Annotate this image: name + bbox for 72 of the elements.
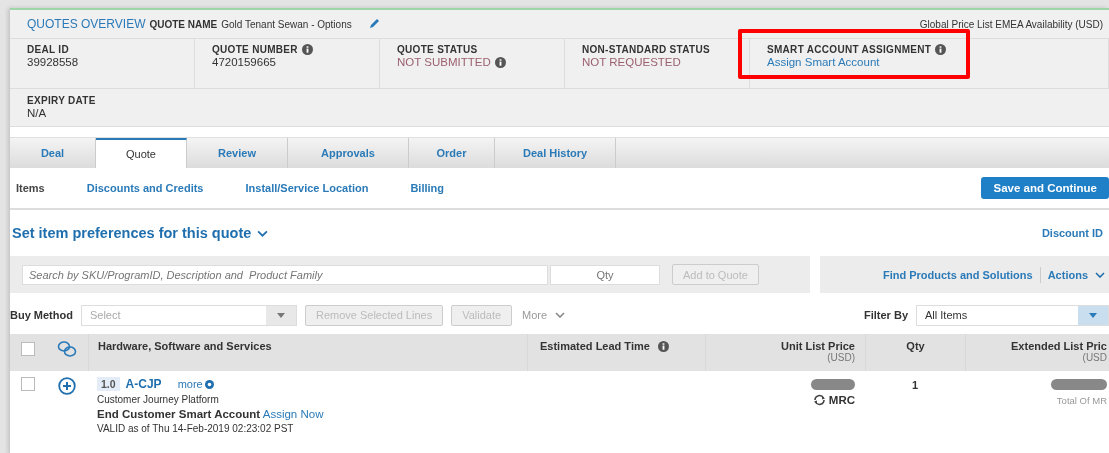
column-header: Extended List Pric (1011, 340, 1107, 352)
link-icon[interactable] (56, 340, 77, 358)
qty-field[interactable]: Qty (550, 264, 660, 285)
discount-id-link[interactable]: Discount ID (1041, 227, 1103, 239)
column-header: Estimated Lead Time (540, 340, 650, 352)
expand-plus-icon[interactable] (57, 377, 76, 395)
info-icon[interactable] (494, 56, 506, 68)
column-unit: (USD) (827, 352, 855, 363)
assign-now-link[interactable]: Assign Now (262, 408, 324, 420)
buy-method-dropdown[interactable]: Select (80, 304, 297, 326)
field-label: NON-STANDARD STATUS (582, 44, 710, 55)
redaction-mark (811, 379, 855, 390)
filter-label: Filter By (864, 309, 908, 321)
account-label: End Customer Smart Account (97, 408, 261, 420)
caret-icon[interactable] (1089, 312, 1097, 318)
filter-dropdown[interactable]: All Items (916, 304, 1109, 326)
redaction-mark (1051, 379, 1107, 390)
column-unit: (USD (1082, 352, 1107, 363)
line-number: 1.0 (97, 377, 120, 391)
tab[interactable]: Quote (96, 138, 187, 168)
status-value: NOT REQUESTED (582, 56, 681, 68)
sub-tab[interactable]: Discounts and Credits (86, 182, 204, 194)
column-header: Hardware, Software and Services (98, 340, 272, 352)
tab[interactable]: Deal History (495, 138, 617, 168)
info-icon[interactable] (657, 340, 669, 352)
sub-tab[interactable]: Billing (410, 182, 444, 194)
field-value: 4720159665 (212, 56, 276, 68)
status-value: NOT SUBMITTED (397, 56, 491, 68)
chevron-down-icon[interactable] (257, 229, 269, 237)
find-products-link[interactable]: Find Products and Solutions (882, 268, 1033, 281)
price-list-label: Global Price List EMEA Availability (USD) (919, 18, 1103, 30)
info-icon[interactable] (301, 44, 313, 55)
quote-name-label: QUOTE NAME (149, 18, 218, 30)
field-label: EXPIRY DATE (27, 95, 96, 106)
sub-tab[interactable]: Items (16, 182, 45, 194)
total-note: Total Of MR (1056, 395, 1107, 406)
more-link[interactable]: more (177, 378, 203, 390)
more-menu[interactable]: More (522, 309, 548, 321)
tab[interactable]: Approvals (288, 138, 409, 168)
info-icon[interactable] (935, 44, 947, 55)
sub-tab[interactable]: Install/Service Location (245, 182, 369, 194)
buy-method-label: Buy Method (10, 309, 73, 321)
caret-icon[interactable] (276, 312, 285, 318)
chevron-down-icon[interactable] (1095, 271, 1105, 278)
breadcrumb-link[interactable]: QUOTES OVERVIEW (27, 17, 146, 31)
charge-type: MRC (828, 394, 855, 406)
field-label: QUOTE NUMBER (212, 44, 298, 55)
preferences-link[interactable]: Set item preferences for this quote (12, 225, 252, 241)
quote-name: Gold Tenant Sewan - Options (221, 18, 352, 30)
save-button[interactable]: Save and Continue (981, 177, 1109, 199)
field-label: DEAL ID (27, 44, 69, 55)
item-description: Customer Journey Platform (97, 394, 220, 405)
field-label: QUOTE STATUS (397, 44, 478, 55)
assign-link[interactable]: Assign Smart Account (767, 56, 880, 68)
quantity: 1 (911, 379, 919, 391)
validity-text: VALID as of Thu 14-Feb-2019 02:23:02 PST (97, 423, 295, 434)
column-header: Qty (906, 340, 925, 352)
checkbox[interactable] (20, 342, 35, 356)
field-value: 39928558 (27, 56, 79, 68)
column-header: Unit List Price (781, 340, 855, 352)
info-icon[interactable] (204, 379, 214, 389)
search-field[interactable]: Search by SKU/ProgramID, Description and Product Family (22, 264, 548, 285)
field-label: SMART ACCOUNT ASSIGNMENT (767, 44, 932, 55)
refresh-icon (812, 394, 826, 406)
actions-menu[interactable]: Actions (1047, 268, 1088, 281)
pencil-icon[interactable] (367, 18, 380, 30)
tab[interactable]: Review (187, 138, 288, 168)
tab[interactable]: Order (409, 138, 495, 168)
checkbox[interactable] (20, 377, 35, 391)
sku-link[interactable]: A-CJP (125, 377, 162, 391)
field-value: N/A (27, 107, 47, 119)
chevron-down-icon[interactable] (555, 312, 566, 318)
